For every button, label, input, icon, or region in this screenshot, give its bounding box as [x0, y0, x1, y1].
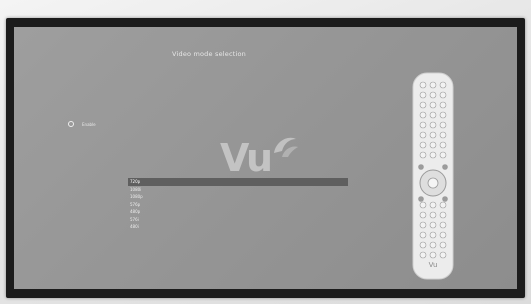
- resolution-item[interactable]: 720p: [128, 178, 348, 186]
- resolution-item[interactable]: 480p: [128, 208, 348, 216]
- enable-option[interactable]: Enable: [68, 119, 96, 129]
- resolution-item[interactable]: 576i: [128, 216, 348, 224]
- option-label: Enable: [82, 121, 96, 127]
- resolution-list: 720p 1080i 1080p 576p 480p 576i 480i: [128, 178, 348, 231]
- remote-control-icon: Vu: [412, 72, 454, 280]
- resolution-item[interactable]: 1080p: [128, 193, 348, 201]
- tv-screen: Video mode selection Enable Vu 720p 1080i…: [14, 27, 517, 289]
- logo-swirl-icon: [274, 137, 298, 157]
- resolution-item[interactable]: 480i: [128, 223, 348, 231]
- radio-circle-icon[interactable]: [68, 121, 74, 127]
- resolution-item[interactable]: 1080i: [128, 186, 348, 194]
- resolution-item[interactable]: 576p: [128, 201, 348, 209]
- page-title: Video mode selection: [172, 50, 246, 58]
- svg-text:Vu: Vu: [429, 261, 438, 269]
- logo-text: Vu: [220, 136, 273, 180]
